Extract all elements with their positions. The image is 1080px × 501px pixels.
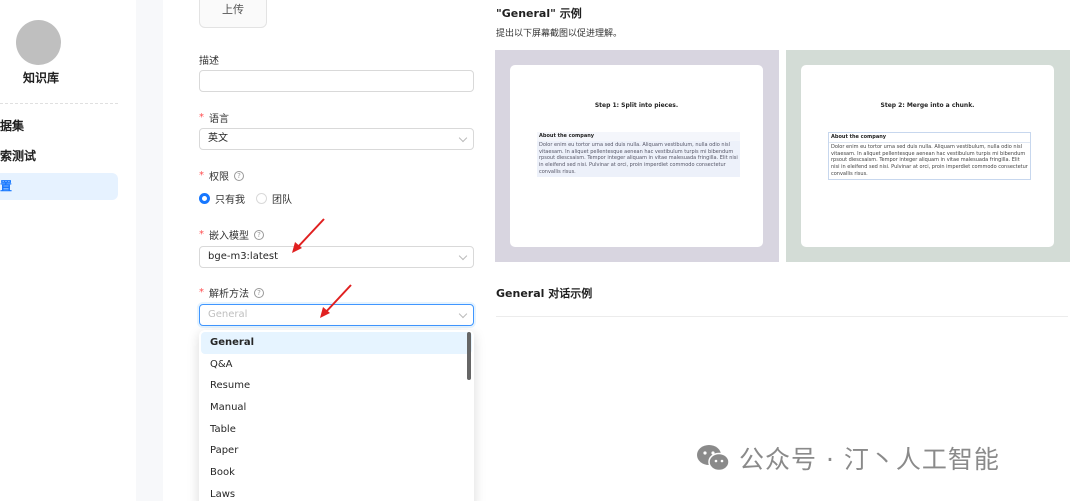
chunk-heading: About the company — [537, 132, 740, 141]
radio-unchecked-icon[interactable] — [256, 193, 267, 204]
dropdown-option[interactable]: Laws — [201, 484, 472, 501]
wechat-icon — [697, 445, 730, 472]
divider — [496, 316, 1068, 317]
example-card: Step 1: Split into pieces. About the com… — [510, 65, 763, 247]
parse-method-placeholder: General — [208, 309, 248, 320]
watermark: 公众号 · 汀丶人工智能 — [695, 440, 1000, 476]
radio-checked-icon[interactable] — [199, 193, 210, 204]
permission-label-text: 权限 — [209, 172, 229, 183]
chevron-down-icon — [458, 251, 468, 261]
dropdown-scrollbar[interactable] — [467, 332, 471, 380]
dropdown-option[interactable]: Table — [201, 419, 472, 441]
annotation-arrow-icon — [320, 284, 352, 318]
chunk-text: Dolor enim eu tortor urna sed duis nulla… — [831, 143, 1028, 177]
example-screenshot-step2: Step 2: Merge into a chunk. About the co… — [786, 50, 1070, 262]
help-icon[interactable]: ? — [254, 287, 264, 298]
parse-method-label-text: 解析方法 — [209, 289, 249, 300]
upload-button[interactable]: 上传 — [199, 0, 267, 28]
chat-example-title: General 对话示例 — [496, 287, 593, 300]
radio-label: 团队 — [272, 195, 292, 206]
sidebar-item-label: 配置 — [0, 179, 13, 193]
embedding-model-label: * 嵌入模型? — [199, 227, 264, 242]
embedding-model-value: bge-m3:latest — [208, 251, 279, 262]
step-title: Step 1: Split into pieces. — [594, 102, 679, 109]
permission-option-me[interactable]: 只有我 — [199, 191, 245, 206]
parse-method-dropdown: General Q&A Resume Manual Table Paper Bo… — [199, 330, 474, 501]
chevron-down-icon — [458, 133, 468, 143]
dropdown-option[interactable]: Paper — [201, 440, 472, 462]
sidebar: 知识库 数据集 检索测试 配置 — [0, 0, 136, 501]
required-mark: * — [199, 287, 204, 298]
annotation-arrow-icon — [292, 218, 325, 253]
step-title: Step 2: Merge into a chunk. — [880, 102, 975, 109]
sidebar-item-retrieval-test[interactable]: 检索测试 — [0, 143, 118, 170]
example-screenshot-step1: Step 1: Split into pieces. About the com… — [495, 50, 779, 262]
avatar — [16, 20, 61, 65]
language-label: * 语言 — [199, 110, 229, 125]
sidebar-item-config[interactable]: 配置 — [0, 173, 118, 200]
language-value: 英文 — [208, 133, 228, 144]
parse-method-label: * 解析方法? — [199, 285, 264, 300]
sidebar-item-label: 检索测试 — [0, 149, 37, 163]
permission-label: * 权限? — [199, 168, 244, 183]
example-subtitle: 提出以下屏幕截图以促进理解。 — [496, 29, 623, 39]
chevron-down-icon — [458, 309, 468, 319]
knowledge-base-name: 知识库 — [23, 71, 60, 85]
description-label-text: 描述 — [199, 56, 219, 67]
example-title: "General" 示例 — [496, 7, 582, 20]
description-label: 描述 — [199, 52, 219, 67]
config-form: 上传 描述 * 语言 英文 * 权限? 只有我 团队 * 嵌入模型? bge-m3:l… — [163, 0, 483, 501]
permission-option-team[interactable]: 团队 — [256, 191, 292, 206]
example-card: Step 2: Merge into a chunk. About the co… — [801, 65, 1054, 247]
sidebar-divider — [0, 103, 118, 104]
required-mark: * — [199, 170, 204, 181]
dropdown-option[interactable]: Manual — [201, 397, 472, 419]
help-icon[interactable]: ? — [234, 170, 244, 181]
radio-label: 只有我 — [215, 195, 245, 206]
sidebar-item-label: 数据集 — [0, 119, 25, 133]
dropdown-option[interactable]: Q&A — [201, 354, 472, 376]
chunk-heading: About the company — [829, 133, 1030, 143]
dropdown-option[interactable]: Book — [201, 462, 472, 484]
language-label-text: 语言 — [209, 114, 229, 125]
sidebar-item-dataset[interactable]: 数据集 — [0, 113, 118, 140]
help-icon[interactable]: ? — [254, 229, 264, 240]
required-mark: * — [199, 112, 204, 123]
content-gutter — [136, 0, 163, 501]
chunk-box: About the company Dolor enim eu tortor u… — [828, 132, 1031, 180]
chunk-text: Dolor enim eu tortor urna sed duis nulla… — [537, 140, 740, 177]
required-mark: * — [199, 229, 204, 240]
watermark-text: 公众号 · 汀丶人工智能 — [739, 445, 1000, 474]
permission-radio-group: 只有我 团队 — [199, 191, 303, 206]
description-input[interactable] — [199, 70, 474, 92]
example-panel: "General" 示例 提出以下屏幕截图以促进理解。 Step 1: Spli… — [483, 0, 1080, 501]
embedding-model-label-text: 嵌入模型 — [209, 231, 249, 242]
chunk-box: About the company Dolor enim eu tortor u… — [537, 132, 740, 177]
upload-label: 上传 — [222, 3, 244, 16]
dropdown-option[interactable]: Resume — [201, 375, 472, 397]
dropdown-option[interactable]: General — [201, 332, 472, 354]
language-select[interactable]: 英文 — [199, 128, 474, 150]
embedding-model-select[interactable]: bge-m3:latest — [199, 246, 474, 268]
